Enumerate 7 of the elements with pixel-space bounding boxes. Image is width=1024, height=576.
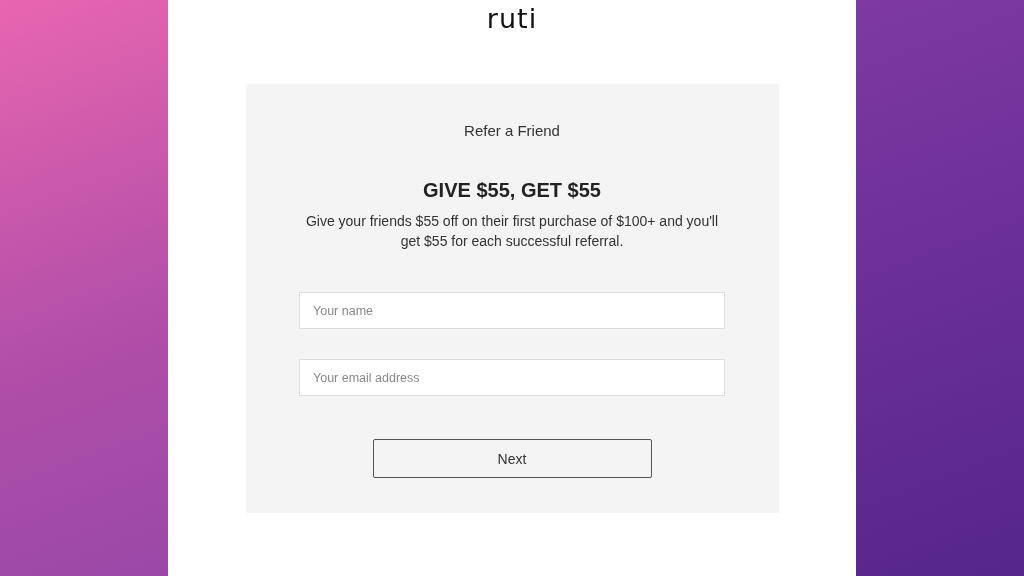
offer-heading: GIVE $55, GET $55 <box>423 179 601 202</box>
brand-logo: ruti <box>486 2 538 36</box>
offer-description: Give your friends $55 off on their first purchase of $100+ and you'll get $55 for each successful referral. <box>304 212 720 251</box>
card-title: Refer a Friend <box>464 122 560 139</box>
input-field[interactable]: Your name <box>299 292 725 329</box>
next-button[interactable]: Next <box>372 439 652 478</box>
input-field[interactable]: Your email address <box>299 359 725 396</box>
